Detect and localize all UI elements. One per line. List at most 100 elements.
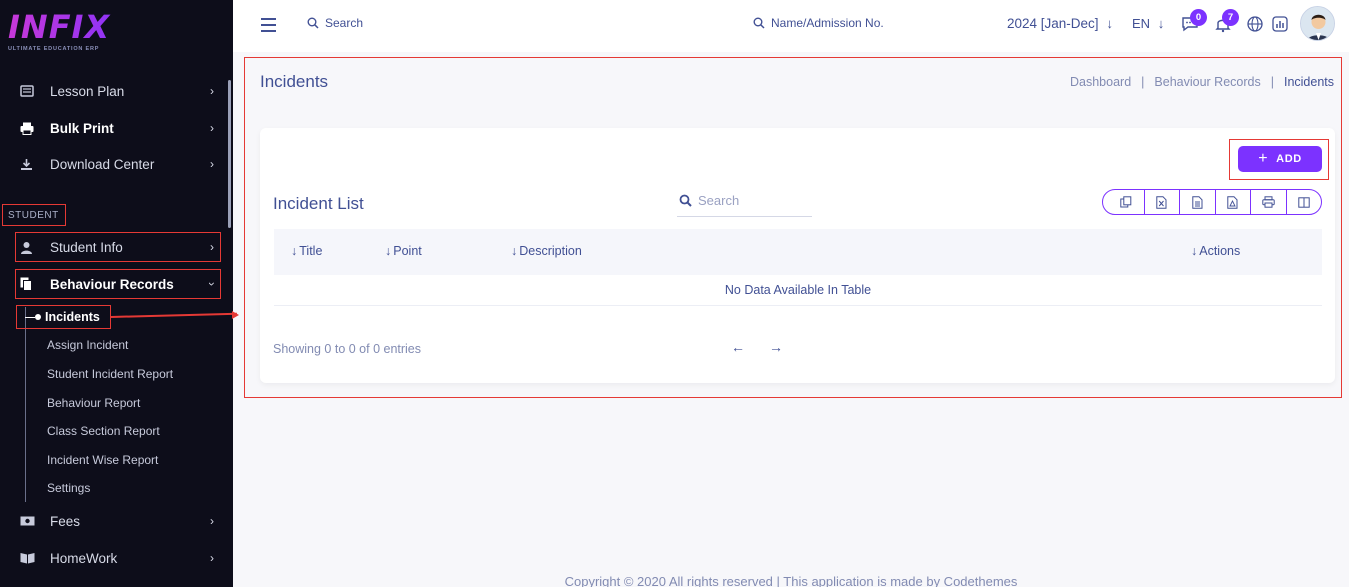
sidebar-item-label: HomeWork — [50, 550, 118, 566]
sidebar-item-homework[interactable]: HomeWork › — [16, 544, 220, 572]
print-button[interactable] — [1251, 190, 1287, 214]
search-icon — [307, 17, 319, 29]
sidebar-item-label: Student Info — [50, 239, 123, 255]
excel-icon — [1156, 195, 1167, 209]
pdf-button[interactable] — [1216, 190, 1251, 214]
column-description-label: Description — [519, 244, 582, 258]
user-icon — [16, 241, 40, 254]
sidebar-section-student: STUDENT — [2, 204, 66, 226]
column-actions[interactable]: ↓ Actions — [1191, 244, 1240, 258]
language-selector[interactable]: EN ↓ — [1132, 16, 1164, 31]
breadcrumb-current: Incidents — [1283, 75, 1334, 89]
breadcrumb-behaviour-records[interactable]: Behaviour Records — [1154, 75, 1260, 89]
global-search-label: Search — [325, 16, 364, 30]
academic-year-value: 2024 [Jan-Dec] — [1007, 16, 1099, 31]
copy-button[interactable] — [1103, 190, 1145, 214]
copy-icon — [1120, 196, 1132, 208]
column-point[interactable]: ↓ Point — [385, 244, 422, 258]
book-icon — [16, 85, 40, 97]
sidebar-item-bulk-print[interactable]: Bulk Print › — [16, 114, 220, 142]
academic-year-selector[interactable]: 2024 [Jan-Dec] ↓ — [1007, 16, 1113, 31]
active-dot-icon — [35, 314, 41, 320]
chevron-right-icon: › — [210, 84, 214, 98]
sidebar-subitem-behaviour-report[interactable]: Behaviour Report — [47, 396, 140, 410]
plus-icon: + — [1258, 150, 1269, 167]
arrow-down-icon: ↓ — [1157, 16, 1165, 31]
sidebar-item-download-center[interactable]: Download Center › — [16, 150, 220, 178]
top-header: Search Name/Admission No. 2024 [Jan-Dec]… — [233, 0, 1349, 52]
arrow-down-icon: ↓ — [1106, 16, 1114, 31]
book-open-icon — [16, 552, 40, 564]
sidebar-item-label: Lesson Plan — [50, 83, 125, 99]
tree-connector — [25, 316, 35, 318]
sidebar-item-student-info[interactable]: Student Info › — [15, 232, 221, 262]
breadcrumb-dashboard[interactable]: Dashboard — [1070, 75, 1131, 89]
sidebar-subitem-settings[interactable]: Settings — [47, 481, 90, 495]
sidebar-item-label: Download Center — [50, 156, 155, 172]
breadcrumb-separator: | — [1270, 75, 1274, 89]
columns-button[interactable] — [1287, 190, 1322, 214]
printer-icon — [16, 122, 40, 135]
pagination-info: Showing 0 to 0 of 0 entries — [273, 342, 422, 356]
column-description[interactable]: ↓ Description — [511, 244, 582, 258]
download-icon — [16, 158, 40, 171]
sidebar-scrollbar[interactable] — [228, 80, 231, 228]
chevron-right-icon: › — [210, 240, 214, 254]
excel-button[interactable] — [1145, 190, 1180, 214]
previous-page-icon[interactable]: ← — [730, 339, 746, 355]
chevron-right-icon: › — [210, 157, 214, 171]
csv-button[interactable] — [1180, 190, 1216, 214]
sidebar-subitem-incident-wise-report[interactable]: Incident Wise Report — [47, 453, 158, 467]
chart-icon[interactable] — [1270, 14, 1290, 34]
sidebar-item-label: Bulk Print — [50, 120, 114, 136]
empty-table-message: No Data Available In Table — [274, 275, 1322, 306]
logo[interactable]: INFIX ULTIMATE EDUCATION ERP — [8, 10, 148, 58]
sort-arrow-icon: ↓ — [511, 244, 518, 258]
copy-icon — [16, 277, 40, 291]
sidebar-item-label: Fees — [50, 513, 81, 529]
table-search — [677, 184, 812, 217]
messages-badge: 0 — [1190, 9, 1207, 26]
sidebar-subitem-incidents[interactable]: Incidents — [16, 305, 111, 329]
footer-copyright: Copyright © 2020 All rights reserved | T… — [564, 574, 1018, 587]
column-point-label: Point — [393, 244, 422, 258]
search-icon — [679, 194, 692, 207]
logo-tagline: ULTIMATE EDUCATION ERP — [8, 46, 100, 52]
globe-icon[interactable] — [1245, 14, 1265, 34]
money-icon — [16, 516, 40, 526]
avatar[interactable] — [1300, 6, 1335, 41]
student-search[interactable]: Name/Admission No. — [753, 16, 884, 30]
sidebar: INFIX ULTIMATE EDUCATION ERP Lesson Plan… — [0, 0, 233, 587]
breadcrumb: Dashboard | Behaviour Records | Incident… — [1070, 75, 1334, 89]
sort-arrow-icon: ↓ — [291, 244, 298, 258]
sidebar-item-behaviour-records[interactable]: Behaviour Records › — [15, 269, 221, 299]
global-search[interactable]: Search — [307, 16, 363, 30]
card-title: Incident List — [273, 194, 364, 213]
language-value: EN — [1132, 16, 1151, 31]
add-button-label: ADD — [1276, 153, 1302, 165]
sidebar-item-fees[interactable]: Fees › — [16, 507, 220, 535]
breadcrumb-separator: | — [1141, 75, 1145, 89]
sort-arrow-icon: ↓ — [1191, 244, 1198, 258]
column-title[interactable]: ↓ Title — [291, 244, 322, 258]
table-search-input[interactable] — [698, 192, 803, 208]
annotation-arrow-head — [232, 311, 239, 319]
next-page-icon[interactable]: → — [768, 339, 784, 355]
submenu-tree-line — [25, 307, 26, 502]
sidebar-item-label: Behaviour Records — [50, 276, 174, 292]
chevron-right-icon: › — [210, 551, 214, 565]
column-actions-label: Actions — [1199, 244, 1241, 258]
sidebar-subitem-class-section-report[interactable]: Class Section Report — [47, 424, 160, 438]
csv-icon — [1192, 195, 1203, 209]
sidebar-item-lesson-plan[interactable]: Lesson Plan › — [16, 77, 220, 105]
add-incident-button[interactable]: + ADD — [1238, 146, 1322, 172]
menu-toggle-icon[interactable] — [261, 18, 276, 36]
notifications-badge: 7 — [1222, 9, 1239, 26]
sidebar-subitem-assign-incident[interactable]: Assign Incident — [47, 338, 128, 352]
table-header: ↓ Title ↓ Point ↓ Description ↓ Actions — [274, 229, 1322, 275]
sidebar-subitem-label: Incidents — [45, 310, 100, 324]
export-button-group — [1102, 189, 1322, 215]
sort-arrow-icon: ↓ — [385, 244, 392, 258]
pdf-icon — [1227, 195, 1238, 209]
sidebar-subitem-student-incident-report[interactable]: Student Incident Report — [47, 367, 173, 381]
